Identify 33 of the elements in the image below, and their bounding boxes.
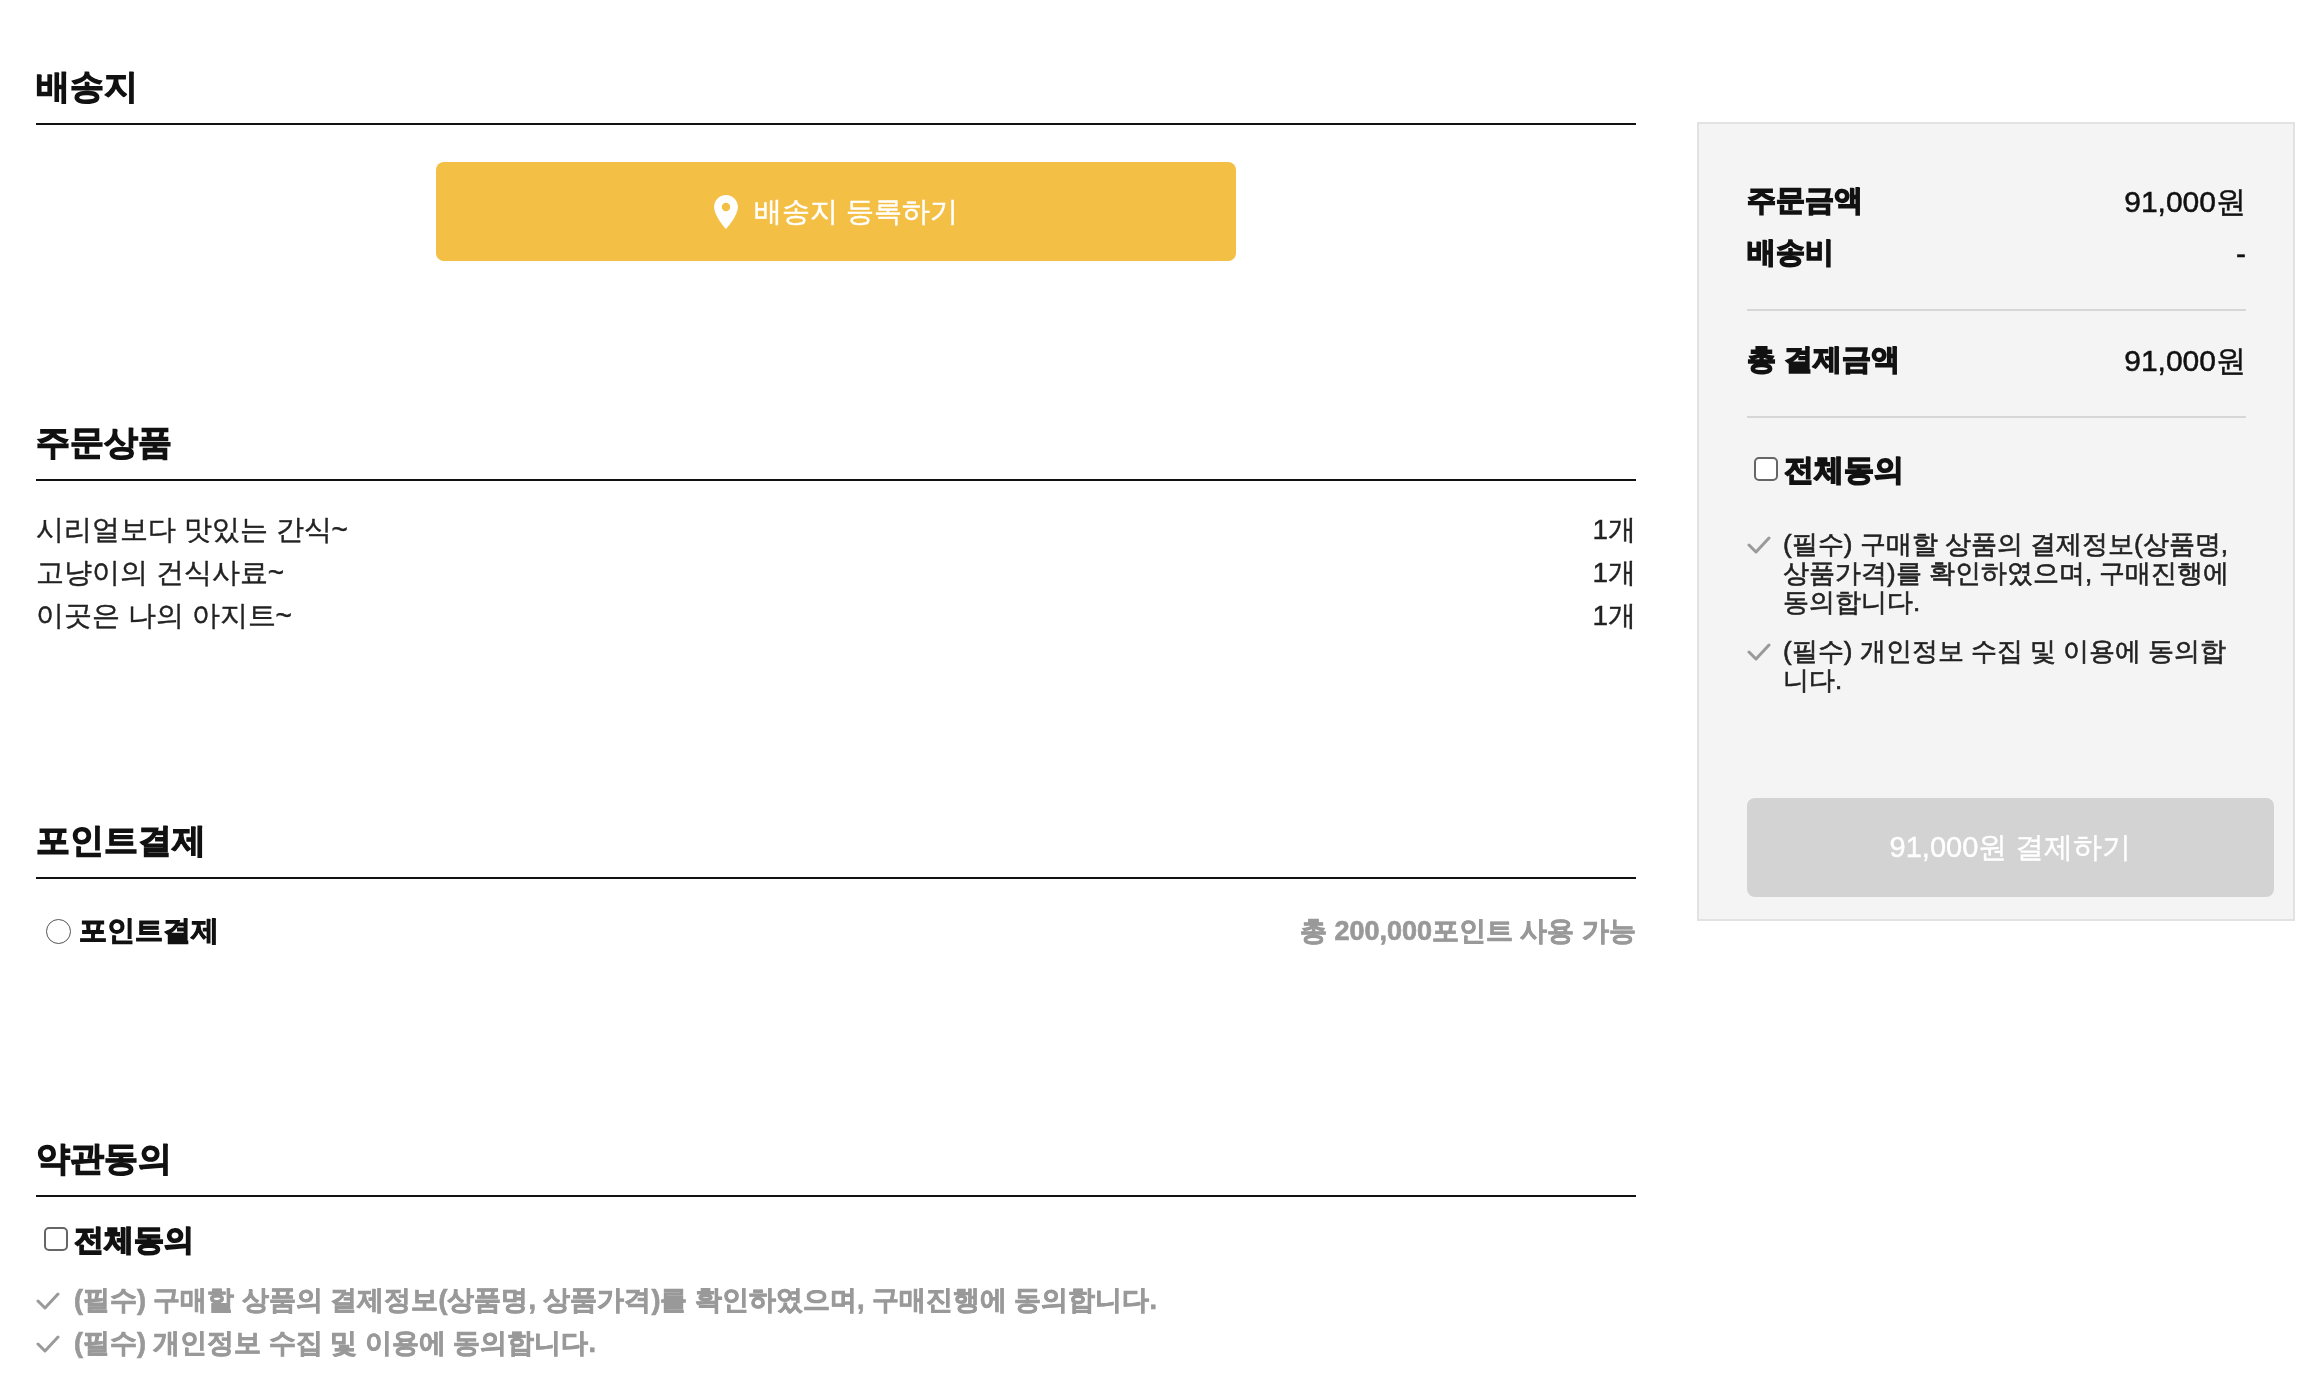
check-icon — [1747, 536, 1771, 554]
summary-value: - — [2236, 235, 2246, 272]
total-value: 91,000원 — [2124, 342, 2246, 379]
total-label: 총 결제금액 — [1747, 342, 1901, 378]
terms-text: (필수) 구매할 상품의 결제정보(상품명, 상품가격)를 확인하였으며, 구매진행에 동의합니다. — [74, 1284, 1157, 1318]
radio-label: 포인트결제 — [79, 914, 219, 948]
section-heading: 약관동의 — [36, 1138, 173, 1178]
check-icon — [36, 1291, 60, 1310]
checkbox[interactable] — [1754, 457, 1778, 481]
summary-label: 주문금액 — [1747, 183, 1863, 219]
product-name: 고냥이의 건식사료~ — [36, 555, 285, 590]
register-address-button[interactable]: 배송지 등록하기 — [436, 162, 1236, 261]
product-name: 시리얼보다 맛있는 간식~ — [36, 512, 348, 547]
product-quantity: 1개 — [1592, 598, 1636, 633]
terms-text: (필수) 개인정보 수집 및 이용에 동의합니다. — [1783, 637, 2228, 695]
location-pin-icon — [714, 194, 739, 229]
section-heading: 주문상품 — [36, 422, 173, 462]
check-icon — [1747, 643, 1771, 661]
section-heading: 포인트결제 — [36, 820, 207, 860]
agree-all-label: 전체동의 — [74, 1221, 194, 1258]
section-heading: 배송지 — [36, 66, 139, 106]
check-icon — [36, 1334, 60, 1353]
summary-label: 배송비 — [1747, 235, 1834, 271]
radio-button[interactable] — [46, 918, 71, 944]
available-points-text: 총 200,000포인트 사용 가능 — [1299, 914, 1636, 948]
product-quantity: 1개 — [1592, 512, 1636, 547]
product-quantity: 1개 — [1592, 555, 1636, 590]
checkbox[interactable] — [44, 1227, 68, 1251]
terms-text: (필수) 구매할 상품의 결제정보(상품명, 상품가격)를 확인하였으며, 구매진행에 동의합니다. — [1783, 530, 2231, 617]
agree-all-label: 전체동의 — [1784, 451, 1904, 488]
terms-text: (필수) 개인정보 수집 및 이용에 동의합니다. — [74, 1327, 596, 1361]
summary-value: 91,000원 — [2124, 183, 2246, 220]
product-name: 이곳은 나의 아지트~ — [36, 598, 292, 633]
